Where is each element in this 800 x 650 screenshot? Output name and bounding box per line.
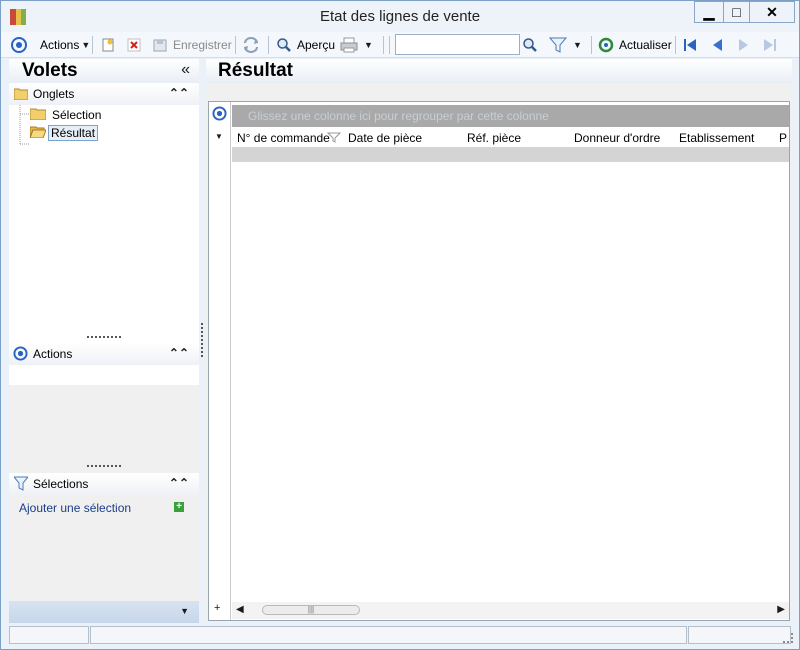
plus-icon[interactable]: + (214, 602, 220, 614)
column-header-more[interactable]: P (779, 131, 787, 145)
filter-row[interactable] (232, 147, 789, 162)
scroll-left-icon[interactable]: ◀ (236, 604, 244, 615)
folder-icon (29, 107, 47, 123)
resize-grip[interactable] (783, 633, 793, 643)
horizontal-scrollbar[interactable]: ◀ ||| ▶ (232, 602, 789, 619)
splitter-handle[interactable] (87, 336, 121, 339)
left-panel: Volets « Onglets ⌃⌃ Sélection Résultat A… (9, 59, 199, 623)
panel-title: Volets (22, 60, 78, 81)
first-icon[interactable] (682, 35, 698, 55)
collapse-panel-button[interactable]: « (181, 61, 190, 79)
new-icon[interactable] (100, 35, 116, 55)
last-icon[interactable] (762, 35, 778, 55)
filter-button[interactable]: ▼ (549, 35, 582, 55)
chevron-down-icon: ▼ (81, 40, 91, 50)
magnifier-icon (277, 38, 291, 52)
page-title: Résultat (218, 60, 293, 81)
panel-header: Volets « (9, 59, 199, 83)
scroll-right-icon[interactable]: ▶ (777, 604, 785, 615)
chevron-up-icon[interactable]: ⌃⌃ (169, 86, 189, 100)
print-icon (340, 37, 358, 53)
add-selection-link[interactable]: Ajouter une sélection (19, 501, 131, 515)
chevron-up-icon[interactable]: ⌃⌃ (169, 346, 189, 360)
column-header-establishment[interactable]: Etablissement (679, 131, 754, 145)
search-input[interactable] (395, 34, 520, 55)
search-icon[interactable] (522, 35, 538, 55)
chevron-down-icon: ▼ (573, 40, 582, 50)
minimize-button[interactable]: ▁ (694, 1, 723, 23)
chevron-up-icon[interactable]: ⌃⌃ (169, 476, 189, 490)
result-panel: Résultat ▼ + Glissez une colonne ici pou… (206, 59, 792, 622)
app-window: Etat des lignes de vente ▁ □ ✕ Actions ▼… (0, 0, 800, 650)
actions-menu-button[interactable]: Actions ▼ (40, 35, 90, 55)
grid-options-icon[interactable] (212, 106, 227, 124)
result-header: Résultat (206, 59, 792, 83)
actions-section-header[interactable]: Actions ⌃⌃ (9, 343, 199, 365)
refresh-button[interactable]: Actualiser (598, 35, 672, 55)
data-grid: ▼ + Glissez une colonne ici pour regroup… (208, 101, 790, 621)
sync-icon[interactable] (242, 35, 260, 55)
status-cell (9, 626, 89, 644)
column-header-document-ref[interactable]: Réf. pièce (467, 131, 521, 145)
panel-footer: ▼ (9, 601, 199, 623)
scroll-thumb[interactable]: ||| (262, 605, 360, 615)
status-cell (90, 626, 687, 644)
delete-icon[interactable] (126, 35, 142, 55)
previous-icon[interactable] (709, 35, 725, 55)
preview-button[interactable]: Aperçu (276, 35, 335, 55)
plus-icon[interactable]: + (174, 502, 184, 512)
options-icon[interactable] (11, 35, 27, 55)
print-button[interactable]: ▼ (340, 35, 373, 55)
maximize-button[interactable]: □ (723, 1, 749, 23)
tree-item-selection[interactable]: Sélection (29, 106, 103, 123)
save-icon (153, 39, 167, 52)
window-title: Etat des lignes de vente (319, 8, 481, 25)
group-by-area[interactable]: Glissez une colonne ici pour regrouper p… (232, 105, 789, 127)
chevron-down-icon[interactable]: ▼ (215, 132, 223, 141)
chevron-down-icon[interactable]: ▼ (180, 606, 189, 616)
folder-icon (13, 87, 29, 103)
filter-icon[interactable] (326, 132, 342, 146)
next-icon[interactable] (736, 35, 752, 55)
refresh-icon (598, 37, 614, 53)
open-folder-icon (29, 125, 47, 141)
tree-item-resultat[interactable]: Résultat (29, 124, 99, 141)
save-button[interactable]: Enregistrer (152, 35, 232, 55)
title-bar: Etat des lignes de vente ▁ □ ✕ (1, 1, 799, 32)
funnel-icon (12, 476, 30, 494)
filter-icon (549, 37, 567, 53)
status-cell (688, 626, 791, 644)
column-header-document-date[interactable]: Date de pièce (348, 131, 422, 145)
selections-section-header[interactable]: Sélections ⌃⌃ (9, 473, 199, 495)
column-headers: N° de commande Date de pièce Réf. pièce … (232, 129, 789, 147)
chevron-down-icon: ▼ (364, 40, 373, 50)
tabs-section-header[interactable]: Onglets ⌃⌃ (9, 83, 199, 105)
close-button[interactable]: ✕ (749, 1, 795, 23)
vertical-splitter[interactable] (201, 323, 203, 357)
splitter-handle[interactable] (87, 465, 121, 468)
column-header-client[interactable]: Donneur d'ordre (574, 131, 660, 145)
column-header-order-number[interactable]: N° de commande (237, 131, 330, 145)
grid-row-selector: ▼ + (209, 102, 231, 620)
status-bar (1, 623, 799, 649)
options-icon (13, 346, 28, 364)
